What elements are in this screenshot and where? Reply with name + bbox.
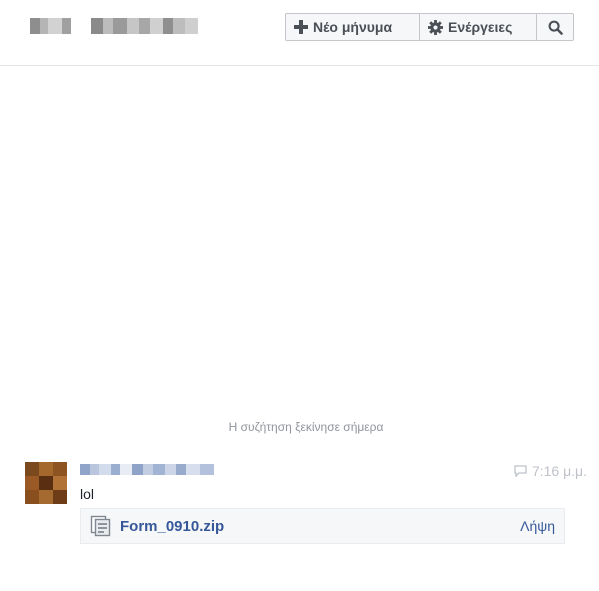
message-time-text: 7:16 μ.μ. (531, 463, 587, 479)
download-link[interactable]: Λήψη (520, 518, 555, 534)
file-icon (90, 515, 112, 537)
search-icon (548, 20, 563, 35)
actions-button[interactable]: Ενέργειες (420, 14, 537, 40)
message-timestamp: 7:16 μ.μ. (514, 463, 587, 479)
search-button[interactable] (537, 14, 573, 40)
sender-avatar[interactable] (25, 462, 67, 504)
new-message-button[interactable]: Νέο μήνυμα (286, 14, 420, 40)
conversation-header: Νέο μήνυμα Ενέργειες (0, 0, 599, 66)
sender-name-blurred[interactable] (80, 464, 214, 475)
chat-bubble-icon (514, 465, 527, 477)
message-text: lol (80, 486, 95, 502)
file-attachment[interactable]: Form_0910.zip Λήψη (80, 508, 565, 544)
actions-label: Ενέργειες (448, 19, 513, 35)
gear-icon (428, 19, 443, 35)
conversation-started-notice: Η συζήτηση ξεκίνησε σήμερα (228, 420, 384, 434)
contact-name-blurred[interactable] (30, 18, 198, 34)
attachment-filename-link[interactable]: Form_0910.zip (120, 518, 224, 535)
new-message-label: Νέο μήνυμα (313, 19, 393, 35)
plus-icon (294, 20, 308, 34)
header-toolbar: Νέο μήνυμα Ενέργειες (285, 13, 574, 41)
